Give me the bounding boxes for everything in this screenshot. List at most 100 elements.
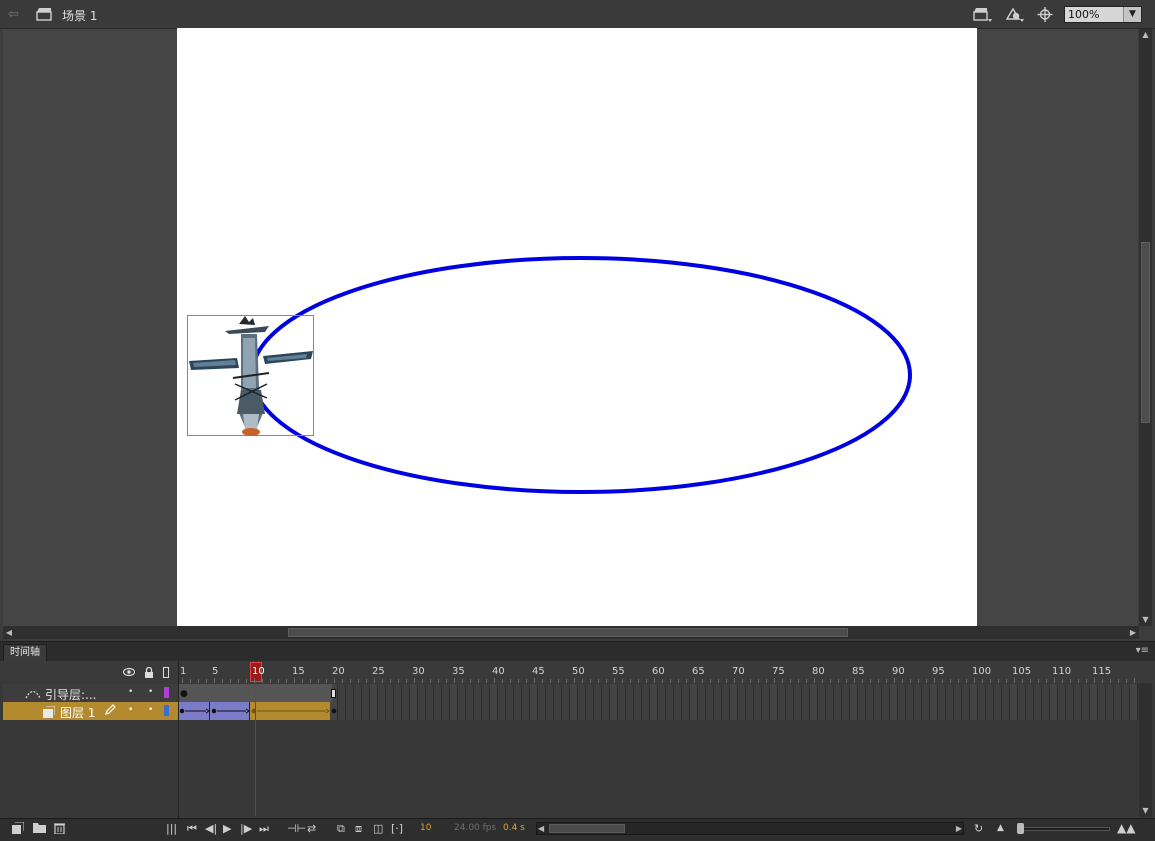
frame-cell[interactable]: [1082, 684, 1090, 702]
frame-cell[interactable]: [362, 702, 370, 720]
tab-timeline[interactable]: 时间轴: [3, 644, 47, 661]
frame-cell[interactable]: [818, 684, 826, 702]
frame-cell[interactable]: [786, 684, 794, 702]
lock-icon[interactable]: [144, 666, 154, 680]
frame-cell[interactable]: [1002, 702, 1010, 720]
frame-cell[interactable]: [346, 684, 354, 702]
visibility-dot[interactable]: •: [128, 687, 133, 697]
frame-cell[interactable]: [498, 702, 506, 720]
frame-cell[interactable]: [418, 702, 426, 720]
frame-cell[interactable]: [1114, 702, 1122, 720]
frame-cell[interactable]: [738, 702, 746, 720]
frame-cell[interactable]: [994, 684, 1002, 702]
frame-cell[interactable]: [674, 684, 682, 702]
frame-cell[interactable]: [506, 702, 514, 720]
outline-icon[interactable]: [163, 667, 169, 680]
frame-cell[interactable]: [1018, 702, 1026, 720]
frame-cell[interactable]: [1130, 702, 1138, 720]
frame-cell[interactable]: [930, 702, 938, 720]
frame-cell[interactable]: [730, 702, 738, 720]
frame-cell[interactable]: [570, 702, 578, 720]
frame-cell[interactable]: [842, 702, 850, 720]
new-layer-icon[interactable]: [12, 821, 25, 837]
frame-cell[interactable]: [850, 684, 858, 702]
frame-cell[interactable]: [946, 684, 954, 702]
frame-cell[interactable]: [1082, 702, 1090, 720]
frame-cell[interactable]: [770, 702, 778, 720]
frame-cell[interactable]: [546, 702, 554, 720]
frame-cell[interactable]: [866, 702, 874, 720]
layer-row-guide[interactable]: 引导层:... • •: [3, 684, 178, 702]
frame-cell[interactable]: [578, 702, 586, 720]
frame-cell[interactable]: [402, 684, 410, 702]
frame-cell[interactable]: [618, 684, 626, 702]
frame-cell[interactable]: [922, 684, 930, 702]
scroll-left-icon[interactable]: ◀: [3, 626, 15, 639]
timeline-horizontal-scrollbar[interactable]: ◀ ▶: [536, 822, 964, 835]
frame-cell[interactable]: [994, 702, 1002, 720]
frame-cell[interactable]: [650, 702, 658, 720]
scroll-down-icon[interactable]: ▼: [1139, 614, 1152, 626]
frame-cell[interactable]: [362, 684, 370, 702]
scroll-right-icon[interactable]: ▶: [956, 823, 962, 834]
frame-cell[interactable]: [810, 684, 818, 702]
frame-cell[interactable]: [698, 702, 706, 720]
frame-cell[interactable]: [874, 702, 882, 720]
scroll-thumb[interactable]: [549, 824, 625, 833]
play-icon[interactable]: ▶: [223, 822, 231, 835]
end-frame-marker[interactable]: [331, 689, 336, 698]
frame-cell[interactable]: [450, 702, 458, 720]
lock-dot[interactable]: •: [148, 687, 153, 697]
frame-cell[interactable]: [354, 684, 362, 702]
edit-multiple-frames-icon[interactable]: ◫: [373, 822, 383, 835]
sync-icon[interactable]: ↻: [974, 822, 983, 835]
frame-cell[interactable]: [530, 702, 538, 720]
frame-cell[interactable]: [442, 702, 450, 720]
fps-readout[interactable]: 24.00 fps: [454, 823, 496, 833]
frame-cell[interactable]: [1050, 702, 1058, 720]
layer-divider[interactable]: [178, 661, 179, 818]
frame-cell[interactable]: [426, 702, 434, 720]
eye-icon[interactable]: [122, 667, 136, 679]
frame-number[interactable]: 85: [852, 666, 865, 677]
frame-cell[interactable]: [1114, 684, 1122, 702]
frame-cell[interactable]: [634, 702, 642, 720]
frame-cell[interactable]: [586, 702, 594, 720]
frame-cell[interactable]: [466, 684, 474, 702]
scroll-down-icon[interactable]: ▼: [1139, 805, 1152, 817]
frame-cell[interactable]: [1050, 684, 1058, 702]
frame-cell[interactable]: [706, 702, 714, 720]
frame-cell[interactable]: [618, 702, 626, 720]
frame-cell[interactable]: [746, 702, 754, 720]
frame-cell[interactable]: [778, 702, 786, 720]
frame-cell[interactable]: [1034, 684, 1042, 702]
frame-cell[interactable]: [418, 684, 426, 702]
frame-cell[interactable]: [402, 702, 410, 720]
frame-number[interactable]: 65: [692, 666, 705, 677]
frame-cell[interactable]: [754, 702, 762, 720]
frame-cell[interactable]: [602, 702, 610, 720]
frame-cell[interactable]: [474, 684, 482, 702]
panel-resize-handle[interactable]: |||: [166, 822, 177, 835]
frame-number[interactable]: 95: [932, 666, 945, 677]
frame-cell[interactable]: [882, 684, 890, 702]
center-frame-icon[interactable]: ⊣⊢: [287, 822, 306, 835]
large-frames-icon[interactable]: ▲▲: [1117, 822, 1135, 835]
frame-number[interactable]: 115: [1092, 666, 1111, 677]
frame-cell[interactable]: [794, 684, 802, 702]
frame-cell[interactable]: [714, 684, 722, 702]
frame-cell[interactable]: [898, 702, 906, 720]
frame-cell[interactable]: [514, 684, 522, 702]
frame-number[interactable]: 90: [892, 666, 905, 677]
frame-cell[interactable]: [674, 702, 682, 720]
frame-cell[interactable]: [482, 684, 490, 702]
frame-cell[interactable]: [714, 702, 722, 720]
frame-cell[interactable]: [410, 702, 418, 720]
frame-cell[interactable]: [378, 684, 386, 702]
frame-cell[interactable]: [1090, 684, 1098, 702]
frame-number[interactable]: 5: [212, 666, 218, 677]
onion-outline-icon[interactable]: ⧈: [355, 822, 362, 835]
scroll-thumb[interactable]: [288, 628, 848, 637]
scroll-right-icon[interactable]: ▶: [1127, 626, 1139, 639]
frame-cell[interactable]: [722, 684, 730, 702]
